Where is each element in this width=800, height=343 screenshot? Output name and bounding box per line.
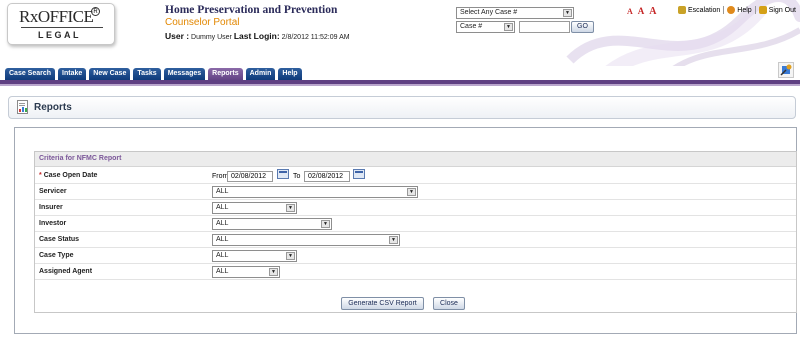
page-title: Reports — [34, 102, 72, 113]
tab-new-case[interactable]: New Case — [89, 68, 131, 80]
case-type-label: Case Type — [39, 252, 74, 259]
user-label: User : — [165, 31, 190, 41]
chevron-down-icon: ▼ — [286, 204, 295, 212]
font-medium-button[interactable]: A — [638, 6, 645, 16]
servicer-row: Servicer ALL ▼ — [35, 184, 796, 200]
chevron-down-icon: ▼ — [504, 23, 513, 31]
insurer-value: ALL — [216, 204, 229, 211]
close-button[interactable]: Close — [433, 297, 465, 310]
last-login-label: Last Login: — [233, 31, 280, 41]
sign-out-label: Sign Out — [768, 6, 796, 14]
tab-help[interactable]: Help — [278, 68, 302, 80]
logo: RxOFFICE R LEGAL — [7, 3, 115, 45]
to-date-input[interactable]: 02/08/2012 — [304, 171, 350, 182]
tab-intake[interactable]: Intake — [58, 68, 87, 80]
escalation-label: Escalation — [688, 6, 721, 14]
chevron-down-icon: ▼ — [269, 268, 278, 276]
insurer-select[interactable]: ALL ▼ — [212, 202, 297, 214]
help-label: Help — [737, 6, 752, 14]
logo-divider — [21, 27, 103, 28]
case-status-row: Case Status ALL ▼ — [35, 232, 796, 248]
escalation-icon — [678, 6, 686, 14]
tab-messages[interactable]: Messages — [163, 68, 206, 80]
case-open-date-label: * Case Open Date — [39, 172, 98, 179]
report-icon — [17, 100, 28, 114]
escalation-link[interactable]: Escalation — [675, 6, 725, 14]
assigned-agent-row: Assigned Agent ALL ▼ — [35, 264, 796, 280]
case-select-value: Select Any Case # — [460, 9, 518, 16]
header: RxOFFICE R LEGAL Home Preservation and P… — [0, 0, 800, 66]
lock-icon — [758, 6, 767, 14]
app-title: Home Preservation and Prevention — [165, 4, 338, 16]
case-type-value: Case # — [460, 23, 483, 30]
investor-row: Investor ALL ▼ — [35, 216, 796, 232]
chevron-down-icon: ▼ — [389, 236, 398, 244]
servicer-select[interactable]: ALL ▼ — [212, 186, 418, 198]
investor-value: ALL — [216, 220, 229, 227]
case-type-row: Case Type ALL ▼ — [35, 248, 796, 264]
investor-select[interactable]: ALL ▼ — [212, 218, 332, 230]
from-date-input[interactable]: 02/08/2012 — [227, 171, 273, 182]
chevron-down-icon: ▼ — [286, 252, 295, 260]
required-marker: * — [39, 172, 42, 179]
help-icon — [727, 6, 736, 14]
tab-case-search[interactable]: Case Search — [5, 68, 56, 80]
generate-csv-button[interactable]: Generate CSV Report — [341, 297, 424, 310]
case-status-value: ALL — [216, 236, 229, 243]
calendar-icon[interactable] — [353, 169, 365, 179]
criteria-panel: Criteria for NFMC Report * Case Open Date… — [34, 151, 797, 313]
case-open-date-row: * Case Open Date From 02/08/2012 To 02/08… — [35, 168, 796, 184]
chevron-down-icon: ▼ — [321, 220, 330, 228]
case-status-label: Case Status — [39, 236, 80, 243]
chevron-down-icon: ▼ — [563, 9, 572, 17]
tool-icon[interactable] — [778, 62, 794, 78]
last-login-value: 2/8/2012 11:52:09 AM — [281, 34, 350, 41]
case-type-value: ALL — [216, 252, 229, 259]
investor-label: Investor — [39, 220, 67, 227]
case-select[interactable]: Select Any Case # ▼ — [456, 7, 574, 19]
help-link[interactable]: Help — [724, 6, 756, 14]
chevron-down-icon: ▼ — [407, 188, 416, 196]
insurer-row: Insurer ALL ▼ — [35, 200, 796, 216]
go-button[interactable]: GO — [571, 21, 594, 33]
sign-out-link[interactable]: Sign Out — [756, 6, 799, 14]
case-type-select[interactable]: ALL ▼ — [212, 250, 297, 262]
font-small-button[interactable]: A — [627, 7, 633, 16]
servicer-value: ALL — [216, 188, 229, 195]
logo-brand: RxOFFICE — [19, 7, 94, 26]
user-info: User : Dummy User Last Login: 2/8/2012 1… — [165, 31, 350, 41]
case-number-input[interactable] — [519, 21, 570, 33]
calendar-icon[interactable] — [277, 169, 289, 179]
from-label: From — [212, 173, 229, 180]
registered-mark: R — [91, 7, 100, 16]
insurer-label: Insurer — [39, 204, 63, 211]
tab-tasks[interactable]: Tasks — [133, 68, 161, 80]
user-name: Dummy User — [191, 34, 232, 41]
app-subtitle: Counselor Portal — [165, 17, 240, 28]
criteria-heading: Criteria for NFMC Report — [35, 152, 796, 167]
nav-underline-light — [0, 84, 800, 86]
page-header: Reports — [8, 96, 796, 119]
logo-sub: LEGAL — [38, 30, 81, 40]
assigned-agent-label: Assigned Agent — [39, 268, 93, 275]
to-label: To — [293, 173, 301, 180]
font-size-controls: A A A — [627, 6, 660, 17]
font-large-button[interactable]: A — [649, 6, 656, 17]
assigned-agent-select[interactable]: ALL ▼ — [212, 266, 280, 278]
servicer-label: Servicer — [39, 188, 67, 195]
case-type-select[interactable]: Case # ▼ — [456, 21, 515, 33]
top-links: Escalation Help Sign Out — [675, 4, 799, 16]
assigned-agent-value: ALL — [216, 268, 229, 275]
tab-admin[interactable]: Admin — [245, 68, 276, 80]
case-status-select[interactable]: ALL ▼ — [212, 234, 400, 246]
